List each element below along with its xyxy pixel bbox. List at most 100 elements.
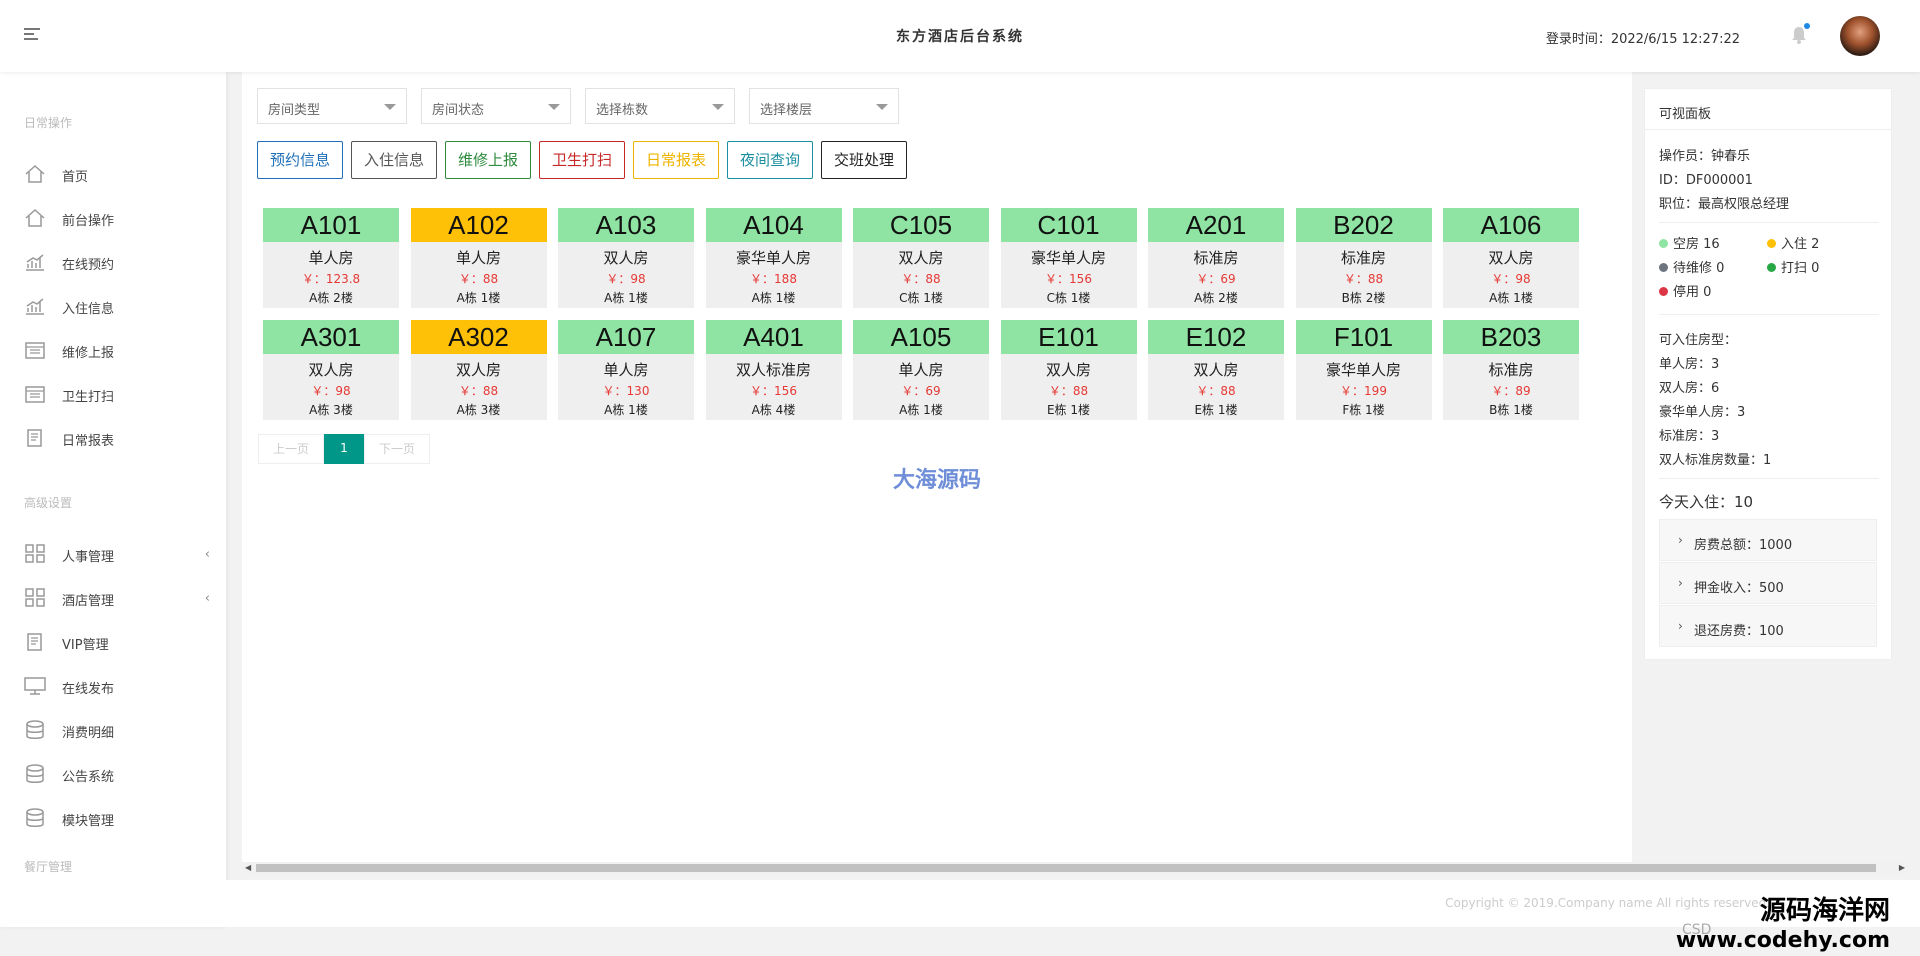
prev-page-button[interactable]: 上一页	[258, 434, 324, 464]
room-type: 豪华单人房	[735, 249, 811, 267]
room-price: ￥：98	[606, 272, 646, 286]
sidebar-item-12[interactable]: 消费明细	[0, 712, 226, 748]
sidebar-item-7[interactable]: 日常报表	[0, 420, 226, 456]
action-button-6[interactable]: 夜间查询	[727, 141, 814, 179]
status-legend-item: 入住 2	[1767, 233, 1819, 252]
room-location: A栋 1楼	[899, 403, 943, 417]
sidebar-item-3[interactable]: 在线预约	[0, 244, 226, 280]
room-card[interactable]: C105 双人房 ￥：88 C栋 1楼	[853, 208, 989, 308]
room-price: ￥：156	[1045, 272, 1092, 286]
footer: Copyright © 2019.Company name All rights…	[226, 880, 1920, 927]
finance-accordion-item[interactable]: › 押金收入：500	[1659, 562, 1877, 604]
finance-accordion-item[interactable]: › 退还房费：100	[1659, 605, 1877, 647]
room-type: 单人房	[898, 361, 944, 379]
operator-id: ID：DF000001	[1659, 173, 1753, 188]
room-card[interactable]: B202 标准房 ￥：88 B栋 2楼	[1295, 208, 1432, 308]
bar-chart-icon	[24, 296, 46, 316]
calendar-icon	[24, 340, 46, 360]
room-card[interactable]: B203 标准房 ￥：89 B栋 1楼	[1443, 320, 1579, 420]
bell-icon[interactable]	[1790, 23, 1810, 45]
action-button-3[interactable]: 维修上报	[445, 141, 532, 179]
sidebar-item-13[interactable]: 公告系统	[0, 756, 226, 792]
sidebar-item-10[interactable]: VIP管理	[0, 624, 226, 660]
grid-icon	[24, 544, 46, 564]
room-location: E栋 1楼	[1194, 403, 1238, 417]
filter-select-2[interactable]: 房间状态	[421, 88, 571, 124]
sidebar-item-1[interactable]: 首页	[0, 156, 226, 192]
legend-label: 入住 2	[1781, 237, 1820, 252]
room-location: C栋 1楼	[1046, 291, 1091, 305]
room-type: 双人房	[1488, 249, 1534, 267]
room-type: 标准房	[1488, 361, 1534, 379]
action-button-7[interactable]: 交班处理	[821, 141, 908, 179]
status-dot-icon	[1767, 239, 1776, 248]
next-page-button[interactable]: 下一页	[364, 434, 430, 464]
accordion-label: 房费总额：1000	[1694, 538, 1793, 553]
legend-label: 停用 0	[1673, 285, 1712, 300]
room-price: ￥：88	[1048, 384, 1089, 398]
sidebar-item-8[interactable]: 人事管理 ‹	[0, 536, 226, 572]
room-card[interactable]: F101 豪华单人房 ￥：199 F栋 1楼	[1295, 320, 1432, 420]
room-location: A栋 2楼	[1194, 291, 1238, 305]
filter-select-3[interactable]: 选择栋数	[585, 88, 735, 124]
filter-placeholder: 选择楼层	[760, 103, 813, 118]
user-avatar[interactable]	[1840, 16, 1880, 56]
site-name: 源码海洋网	[1759, 896, 1890, 926]
sidebar-item-label: 维修上报	[62, 346, 115, 361]
horizontal-scrollbar[interactable]: ◀ ▶	[242, 862, 1908, 874]
main-content: 房间类型 房间状态 选择栋数 选择楼层 预约信息 入住信息 维修上报 卫生打扫 日常报表 夜间查…	[242, 72, 1632, 862]
filter-placeholder: 选择栋数	[596, 103, 649, 118]
filter-select-1[interactable]: 房间类型	[257, 88, 407, 124]
sidebar-section-title: 餐厅管理	[24, 860, 73, 874]
database-icon	[24, 720, 46, 740]
scrollbar-thumb[interactable]	[256, 864, 1876, 872]
room-location: E栋 1楼	[1046, 403, 1091, 417]
available-title: 可入住房型：	[1659, 333, 1738, 348]
sidebar-item-6[interactable]: 卫生打扫	[0, 376, 226, 412]
room-price: ￥：199	[1340, 384, 1387, 398]
room-card[interactable]: A401 双人标准房 ￥：156 A栋 4楼	[705, 320, 842, 420]
sidebar-item-2[interactable]: 前台操作	[0, 200, 226, 236]
room-card[interactable]: A106 双人房 ￥：98 A栋 1楼	[1443, 208, 1579, 308]
action-button-2[interactable]: 入住信息	[351, 141, 438, 179]
room-type: 单人房	[308, 249, 354, 267]
action-button-5[interactable]: 日常报表	[633, 141, 720, 179]
room-location: A栋 3楼	[456, 403, 501, 417]
status-legend-item: 空房 16	[1659, 233, 1720, 252]
scroll-right-arrow-icon[interactable]: ▶	[1899, 862, 1905, 874]
room-card[interactable]: A105 单人房 ￥：69 A栋 1楼	[853, 320, 989, 420]
room-card[interactable]: A103 双人房 ￥：98 A栋 1楼	[558, 208, 694, 308]
sidebar-item-5[interactable]: 维修上报	[0, 332, 226, 368]
room-card[interactable]: A302 双人房 ￥：88 A栋 3楼	[410, 320, 547, 420]
sidebar-item-9[interactable]: 酒店管理 ‹	[0, 580, 226, 616]
sidebar-item-14[interactable]: 模块管理	[0, 800, 226, 836]
sidebar-item-11[interactable]: 在线发布	[0, 668, 226, 704]
filter-select-4[interactable]: 选择楼层	[749, 88, 899, 124]
room-card[interactable]: A201 标准房 ￥：69 A栋 2楼	[1148, 208, 1284, 308]
sidebar-section-title: 日常操作	[24, 116, 73, 130]
room-location: A栋 4楼	[751, 403, 796, 417]
room-location: F栋 1楼	[1342, 403, 1385, 417]
scroll-left-arrow-icon[interactable]: ◀	[245, 862, 251, 874]
finance-accordion-item[interactable]: › 房费总额：1000	[1659, 519, 1877, 561]
action-button-1[interactable]: 预约信息	[257, 141, 344, 179]
room-code: A102	[410, 208, 547, 242]
page-1-button[interactable]: 1	[324, 434, 364, 464]
room-location: A栋 1楼	[604, 403, 648, 417]
room-card[interactable]: A101 单人房 ￥：123.8 A栋 2楼	[263, 208, 399, 308]
room-card[interactable]: E101 双人房 ￥：88 E栋 1楼	[1000, 320, 1137, 420]
room-code: A302	[410, 320, 547, 354]
calendar-icon	[24, 384, 46, 404]
sidebar-item-label: 酒店管理	[62, 594, 115, 609]
action-button-4[interactable]: 卫生打扫	[539, 141, 626, 179]
room-card[interactable]: E102 双人房 ￥：88 E栋 1楼	[1148, 320, 1284, 420]
available-room-type: 双人房：6	[1659, 381, 1720, 396]
divider	[1659, 478, 1879, 479]
room-card[interactable]: C101 豪华单人房 ￥：156 C栋 1楼	[1000, 208, 1137, 308]
room-card[interactable]: A107 单人房 ￥：130 A栋 1楼	[558, 320, 694, 420]
sidebar-item-4[interactable]: 入住信息	[0, 288, 226, 324]
sidebar-item-label: 首页	[62, 170, 89, 185]
room-card[interactable]: A102 单人房 ￥：88 A栋 1楼	[410, 208, 547, 308]
room-card[interactable]: A301 双人房 ￥：98 A栋 3楼	[263, 320, 399, 420]
room-card[interactable]: A104 豪华单人房 ￥：188 A栋 1楼	[705, 208, 842, 308]
